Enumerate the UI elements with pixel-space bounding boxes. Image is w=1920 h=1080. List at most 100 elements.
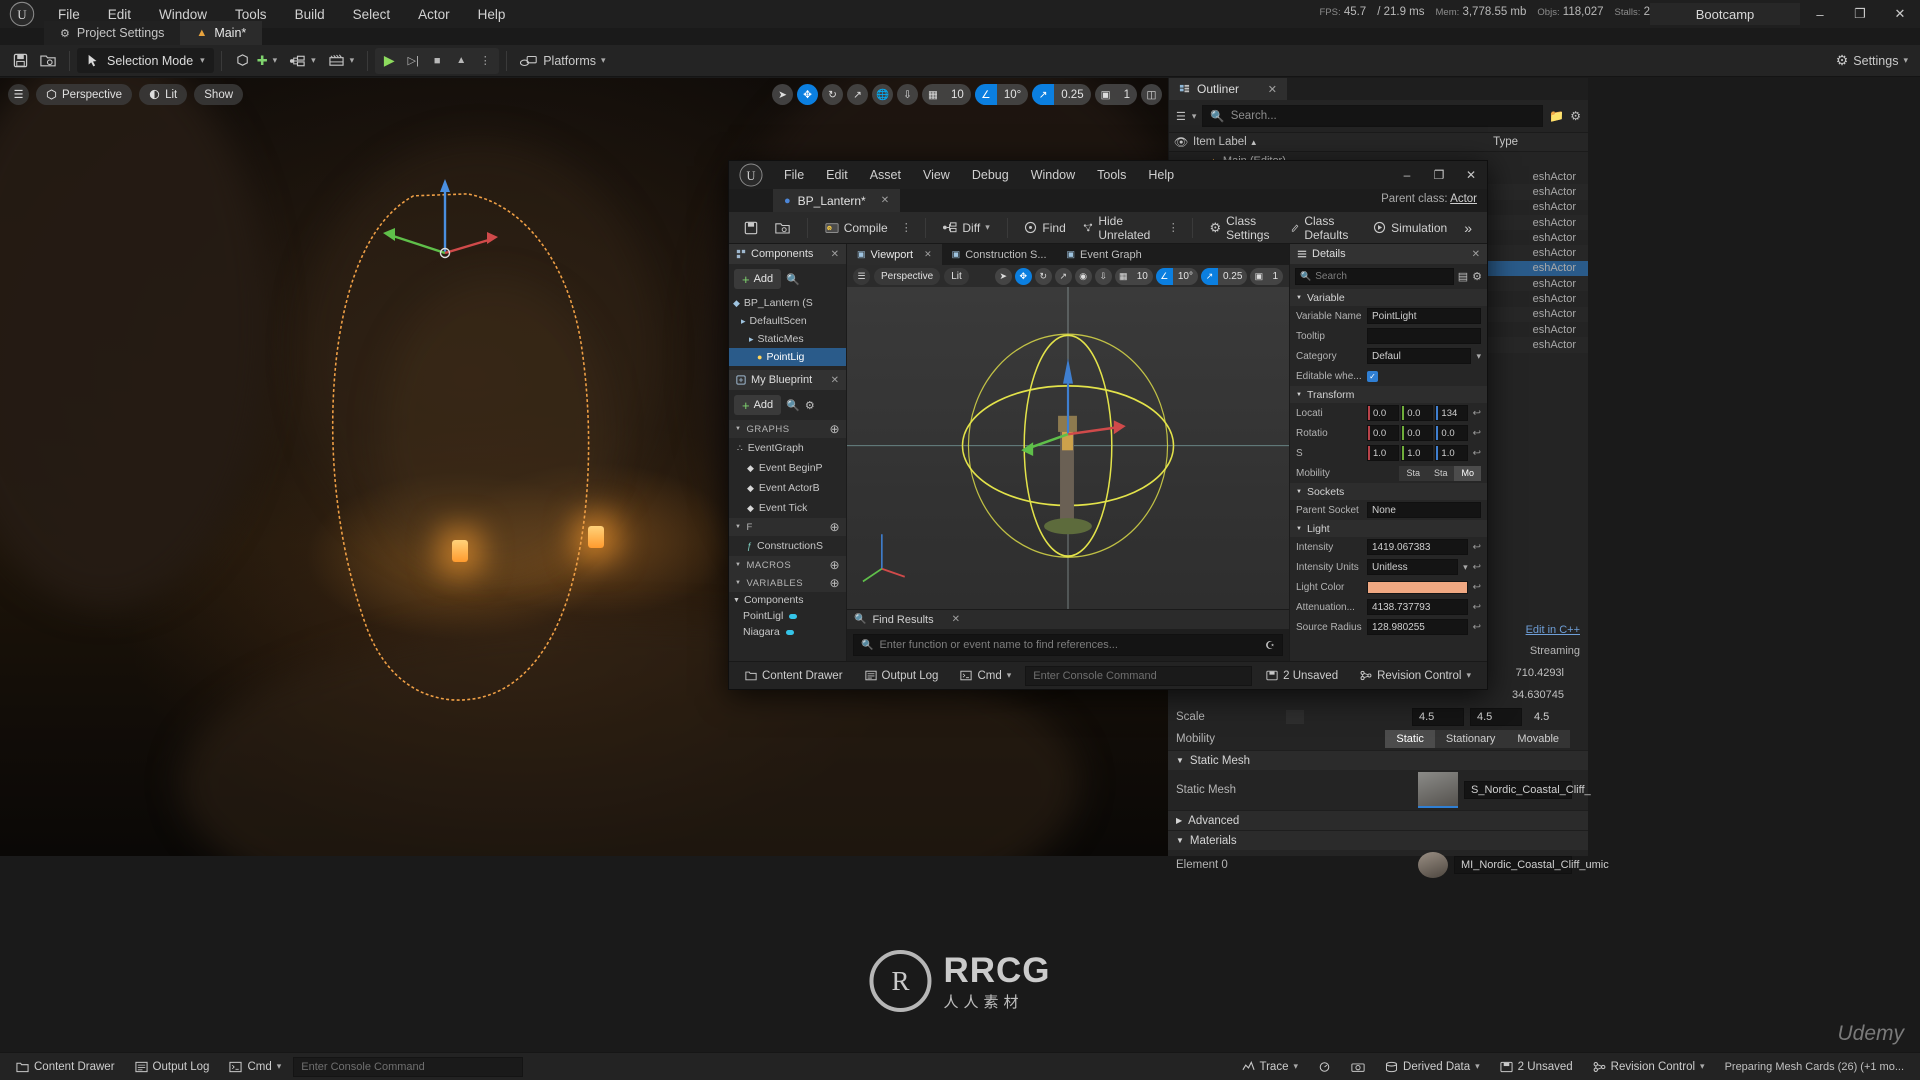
- tab-bp-details[interactable]: Details ✕: [1290, 244, 1487, 264]
- grid-snap-value[interactable]: 10: [944, 89, 971, 101]
- bp-menu-debug[interactable]: Debug: [961, 165, 1020, 185]
- bp-center-tab[interactable]: ▣ Viewport ✕: [847, 244, 942, 265]
- material-thumbnail[interactable]: [1418, 852, 1448, 878]
- select-tool-icon[interactable]: ➤: [772, 84, 794, 105]
- myblueprint-section-header[interactable]: ▼ VARIABLES ⊕: [729, 574, 846, 592]
- bp-menu-window[interactable]: Window: [1020, 165, 1086, 185]
- scale-snap-icon[interactable]: ↗: [1200, 267, 1218, 285]
- myblueprint-section-header[interactable]: ▼ F ⊕: [729, 518, 846, 536]
- mobility-stationary[interactable]: Stationary: [1434, 730, 1507, 748]
- add-section-icon[interactable]: ⊕: [829, 422, 840, 436]
- bp-maximize-button[interactable]: ❐: [1423, 161, 1455, 189]
- variable-item[interactable]: Niagara: [729, 624, 846, 640]
- platforms-button[interactable]: Platforms ▾: [514, 48, 611, 74]
- bp-details-row-value[interactable]: 128.980255: [1367, 619, 1468, 635]
- skip-button[interactable]: ▷|: [401, 49, 425, 73]
- bp-console-input[interactable]: Enter Console Command: [1025, 665, 1253, 686]
- component-tree-item[interactable]: ▸ DefaultScen: [729, 312, 846, 330]
- trace-button[interactable]: Trace ▾: [1234, 1057, 1307, 1077]
- screenshot-button[interactable]: [1343, 1057, 1373, 1077]
- close-icon[interactable]: ✕: [1268, 83, 1277, 96]
- find-results-tab[interactable]: 🔍 Find Results ✕: [847, 609, 1289, 629]
- bp-editable-checkbox[interactable]: ✓: [1367, 370, 1378, 382]
- bp-class-defaults-button[interactable]: Class Defaults: [1284, 214, 1364, 242]
- bp-close-button[interactable]: ✕: [1455, 161, 1487, 189]
- bp-revision-control-button[interactable]: Revision Control ▾: [1352, 666, 1479, 686]
- bp-mobility-sta[interactable]: Sta: [1399, 465, 1427, 481]
- bp-light-color-swatch[interactable]: [1367, 580, 1468, 594]
- bp-surface-snap-icon[interactable]: ⇩: [1094, 267, 1112, 285]
- reset-icon[interactable]: ↩: [1473, 562, 1481, 573]
- myblueprint-item[interactable]: ◆ Event BeginP: [729, 458, 846, 478]
- move-tool-icon[interactable]: ✥: [797, 84, 819, 105]
- filter-icon[interactable]: ☰: [1176, 110, 1186, 123]
- settings-button[interactable]: ⚙ Settings ▾: [1830, 48, 1914, 74]
- add-section-icon[interactable]: ⊕: [829, 576, 840, 590]
- lock-icon[interactable]: [1286, 710, 1304, 724]
- play-button[interactable]: ▶: [377, 49, 401, 73]
- bp-world-space-icon[interactable]: ◉: [1074, 267, 1092, 285]
- output-log-button[interactable]: Output Log: [127, 1057, 218, 1077]
- bp-details-section-header[interactable]: ▼ Variable: [1290, 289, 1487, 306]
- camera-speed-value[interactable]: 1: [1117, 89, 1137, 101]
- bp-mobility-mo[interactable]: Mo: [1454, 465, 1481, 481]
- world-space-icon[interactable]: 🌐: [872, 84, 894, 105]
- bp-class-settings-button[interactable]: ⚙ Class Settings: [1202, 214, 1280, 242]
- bp-rotatio-z[interactable]: 0.0: [1435, 425, 1468, 441]
- materials-section[interactable]: ▼ Materials: [1168, 830, 1588, 850]
- viewport-show-button[interactable]: Show: [194, 84, 244, 105]
- bp-content-drawer-button[interactable]: Content Drawer: [737, 666, 851, 686]
- find-filter-icon[interactable]: ☪: [1265, 639, 1275, 652]
- scale-snap-group[interactable]: ↗ 0.25: [1032, 84, 1091, 105]
- save-button[interactable]: [6, 48, 34, 74]
- close-icon[interactable]: ✕: [952, 614, 960, 625]
- bp-camera-speed-value[interactable]: 1: [1267, 271, 1283, 282]
- bp-hide-unrelated-options[interactable]: ⋮: [1165, 216, 1182, 240]
- details-grid-icon[interactable]: ▤: [1458, 270, 1468, 283]
- tab-my-blueprint[interactable]: My Blueprint ✕: [729, 370, 846, 390]
- myblueprint-item[interactable]: ◆ Event Tick: [729, 498, 846, 518]
- angle-snap-group[interactable]: ∠ 10°: [974, 84, 1029, 105]
- stop-button[interactable]: ■: [425, 49, 449, 73]
- close-icon[interactable]: ✕: [924, 249, 932, 260]
- bp-toolbar-overflow[interactable]: »: [1457, 216, 1479, 240]
- bp-s-x[interactable]: 1.0: [1367, 445, 1400, 461]
- scale-tool-icon[interactable]: ↗: [847, 84, 869, 105]
- bp-details-search-input[interactable]: 🔍 Search: [1295, 268, 1454, 285]
- bp-move-tool-icon[interactable]: ✥: [1014, 267, 1032, 285]
- tab-main[interactable]: ▲ Main*: [180, 21, 263, 45]
- myblueprint-section-header[interactable]: ▼ GRAPHS ⊕: [729, 420, 846, 438]
- bp-scale-snap-value[interactable]: 0.25: [1218, 271, 1247, 282]
- bp-details-row-value[interactable]: Unitless: [1367, 559, 1459, 575]
- camera-icon[interactable]: ▣: [1250, 268, 1267, 285]
- reset-icon[interactable]: ↩: [1473, 408, 1481, 419]
- myblueprint-section-header[interactable]: ▼ MACROS ⊕: [729, 556, 846, 574]
- angle-snap-icon[interactable]: ∠: [1155, 267, 1173, 285]
- outliner-settings-icon[interactable]: ⚙: [1570, 109, 1581, 123]
- bp-output-log-button[interactable]: Output Log: [857, 666, 947, 686]
- reset-icon[interactable]: ↩: [1473, 542, 1481, 553]
- components-add-button[interactable]: + Add: [734, 269, 782, 289]
- selection-mode-button[interactable]: Selection Mode ▾: [77, 48, 214, 73]
- bp-s-z[interactable]: 1.0: [1435, 445, 1468, 461]
- bp-locati-z[interactable]: 134: [1435, 405, 1468, 421]
- bp-scale-snap-group[interactable]: ↗ 0.25: [1200, 267, 1248, 285]
- bp-select-tool-icon[interactable]: ➤: [994, 267, 1012, 285]
- grid-snap-icon[interactable]: ▦: [922, 84, 944, 105]
- parent-class-value[interactable]: Actor: [1450, 193, 1477, 205]
- bp-unsaved-button[interactable]: 2 Unsaved: [1258, 666, 1346, 686]
- bp-center-tab[interactable]: ▣ Event Graph: [1057, 244, 1152, 265]
- bp-s-y[interactable]: 1.0: [1401, 445, 1434, 461]
- gear-icon[interactable]: ⚙: [805, 399, 815, 412]
- bp-menu-asset[interactable]: Asset: [859, 165, 912, 185]
- advanced-section[interactable]: ▶ Advanced: [1168, 810, 1588, 830]
- bp-details-row-value[interactable]: [1367, 328, 1481, 344]
- play-options-button[interactable]: ⋮: [473, 49, 497, 73]
- bp-angle-snap-group[interactable]: ∠ 10°: [1155, 267, 1198, 285]
- add-actor-button[interactable]: ✚ ▾: [229, 48, 283, 74]
- edit-in-cpp-link[interactable]: Edit in C++: [1526, 624, 1580, 636]
- scale-snap-icon[interactable]: ↗: [1032, 84, 1055, 105]
- tab-bp-lantern[interactable]: ● BP_Lantern* ✕: [773, 189, 901, 212]
- scale-z[interactable]: 4.5: [1528, 708, 1580, 726]
- bp-simulation-button[interactable]: Simulation: [1366, 216, 1454, 240]
